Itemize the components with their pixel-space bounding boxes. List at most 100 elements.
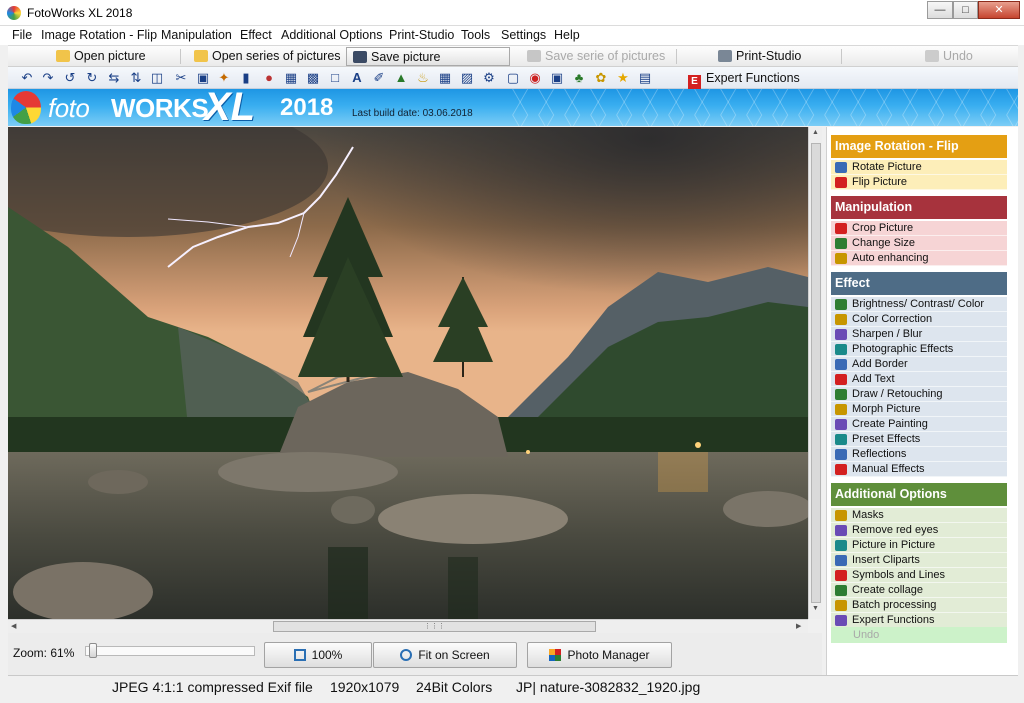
batch-icon[interactable]: ▤ — [637, 70, 653, 86]
text-icon[interactable]: A — [349, 70, 365, 86]
sidebar-item[interactable]: Manual Effects — [831, 462, 1007, 477]
levels-icon[interactable]: ▮ — [238, 70, 254, 86]
section-header[interactable]: Effect — [831, 272, 1007, 295]
clipart-icon[interactable]: ♣ — [571, 70, 587, 86]
sidebar-item[interactable]: Preset Effects — [831, 432, 1007, 447]
horizontal-scroll-thumb[interactable]: ⋮⋮⋮ — [273, 621, 596, 632]
rotate-cw-icon[interactable]: ↻ — [84, 70, 100, 86]
menu-additional-options[interactable]: Additional Options — [281, 28, 382, 42]
flip-horizontal-icon[interactable]: ⇆ — [106, 70, 122, 86]
rotate-ccw-icon[interactable]: ↺ — [62, 70, 78, 86]
sidebar-item[interactable]: Crop Picture — [831, 221, 1007, 236]
zoom-100-button[interactable]: 100% — [264, 642, 372, 668]
wand-icon[interactable]: ✦ — [216, 70, 232, 86]
minimize-button[interactable]: — — [927, 1, 953, 19]
color-correction-icon[interactable]: ● — [261, 70, 277, 86]
menu-settings[interactable]: Settings — [501, 28, 546, 42]
sidebar-item[interactable]: Picture in Picture — [831, 538, 1007, 553]
painting-icon[interactable]: ♨ — [415, 70, 431, 86]
section-header[interactable]: Additional Options — [831, 483, 1007, 506]
flip-vertical-icon[interactable]: ⇅ — [128, 70, 144, 86]
sidebar-item-label: Batch processing — [852, 599, 937, 611]
fit-on-screen-button[interactable]: Fit on Screen — [373, 642, 517, 668]
scissors-icon[interactable]: ✂ — [173, 70, 189, 86]
menu-image-rotation-flip[interactable]: Image Rotation - Flip — [41, 28, 157, 42]
function-icon — [835, 570, 847, 581]
sidebar-item[interactable]: Flip Picture — [831, 175, 1007, 190]
save-picture-button[interactable]: Save picture — [346, 47, 510, 66]
manual-effects-icon[interactable]: ⚙ — [481, 70, 497, 86]
section-header[interactable]: Manipulation — [831, 196, 1007, 219]
sidebar-item-label: Rotate Picture — [852, 161, 922, 173]
menu-print-studio[interactable]: Print-Studio — [389, 28, 454, 42]
picture-in-picture-icon[interactable]: ▣ — [549, 70, 565, 86]
collage-star-icon[interactable]: ★ — [615, 70, 631, 86]
red-eye-icon[interactable]: ◉ — [527, 70, 543, 86]
scroll-left-icon[interactable]: ◀ — [11, 622, 16, 630]
sidebar-item[interactable]: Create Painting — [831, 417, 1007, 432]
symbols-icon[interactable]: ✿ — [593, 70, 609, 86]
reflections-icon[interactable]: ▨ — [459, 70, 475, 86]
function-icon — [835, 329, 847, 340]
sidebar-item[interactable]: Masks — [831, 508, 1007, 523]
zoom-slider-thumb[interactable] — [89, 643, 97, 658]
open-picture-button[interactable]: Open picture — [56, 47, 146, 66]
rotate-left-icon[interactable]: ↶ — [19, 70, 35, 86]
scroll-up-icon[interactable]: ▲ — [812, 129, 819, 136]
mirror-icon[interactable]: ◫ — [149, 70, 165, 86]
function-icon — [835, 615, 847, 626]
vertical-scrollbar[interactable]: ▲ ▼ — [808, 127, 822, 619]
sidebar-item-label: Auto enhancing — [852, 252, 929, 264]
close-button[interactable]: ✕ — [978, 1, 1020, 19]
sharpen-icon[interactable]: ▦ — [283, 70, 299, 86]
draw-icon[interactable]: ✐ — [371, 70, 387, 86]
masks-icon[interactable]: ▢ — [505, 70, 521, 86]
sidebar-item[interactable]: Reflections — [831, 447, 1007, 462]
sidebar-item[interactable]: Batch processing — [831, 598, 1007, 613]
menu-file[interactable]: File — [12, 28, 32, 42]
sidebar-item[interactable]: Rotate Picture — [831, 160, 1007, 175]
sidebar-item[interactable]: Remove red eyes — [831, 523, 1007, 538]
vertical-scroll-thumb[interactable] — [811, 143, 821, 603]
crop-icon[interactable]: ▣ — [195, 70, 211, 86]
sidebar-item[interactable]: Photographic Effects — [831, 342, 1007, 357]
sidebar-item[interactable]: Draw / Retouching — [831, 387, 1007, 402]
sidebar-item[interactable]: Color Correction — [831, 312, 1007, 327]
scroll-down-icon[interactable]: ▼ — [812, 605, 819, 612]
side-undo-item[interactable]: Undo — [831, 627, 1007, 643]
scroll-right-icon[interactable]: ▶ — [796, 622, 801, 630]
morph-icon[interactable]: ▲ — [393, 70, 409, 86]
section-header[interactable]: Image Rotation - Flip — [831, 135, 1007, 158]
horizontal-scrollbar[interactable]: ◀ ⋮⋮⋮ ▶ — [8, 619, 808, 633]
sidebar-item[interactable]: Expert Functions — [831, 613, 1007, 628]
rotate-right-icon[interactable]: ↷ — [40, 70, 56, 86]
sidebar-item-label: Create Painting — [852, 418, 928, 430]
sidebar-item[interactable]: Symbols and Lines — [831, 568, 1007, 583]
sidebar-item[interactable]: Create collage — [831, 583, 1007, 598]
undo-button[interactable]: Undo — [925, 47, 973, 66]
photo-manager-button[interactable]: Photo Manager — [527, 642, 672, 668]
photo-effects-icon[interactable]: ▩ — [305, 70, 321, 86]
sidebar-item[interactable]: Add Border — [831, 357, 1007, 372]
save-serie-button[interactable]: Save serie of pictures — [527, 47, 665, 66]
print-studio-button[interactable]: Print-Studio — [718, 47, 801, 66]
sidebar-item[interactable]: Morph Picture — [831, 402, 1007, 417]
sidebar-item[interactable]: Sharpen / Blur — [831, 327, 1007, 342]
menu-effect[interactable]: Effect — [240, 28, 272, 42]
menu-help[interactable]: Help — [554, 28, 580, 42]
logo-xl: XL — [204, 89, 256, 126]
sidebar-item[interactable]: Change Size — [831, 236, 1007, 251]
sidebar-item[interactable]: Insert Cliparts — [831, 553, 1007, 568]
sidebar-item[interactable]: Auto enhancing — [831, 251, 1007, 266]
border-icon[interactable]: □ — [327, 70, 343, 86]
menu-tools[interactable]: Tools — [461, 28, 490, 42]
menu-manipulation[interactable]: Manipulation — [161, 28, 232, 42]
expert-functions-button[interactable]: E Expert Functions — [688, 69, 800, 89]
maximize-button[interactable]: □ — [953, 1, 978, 19]
image-viewer[interactable] — [8, 127, 808, 619]
sidebar-item[interactable]: Brightness/ Contrast/ Color — [831, 297, 1007, 312]
sidebar-item[interactable]: Add Text — [831, 372, 1007, 387]
preset-effects-icon[interactable]: ▦ — [437, 70, 453, 86]
zoom-slider[interactable] — [85, 646, 255, 656]
open-series-button[interactable]: Open series of pictures — [194, 47, 341, 66]
